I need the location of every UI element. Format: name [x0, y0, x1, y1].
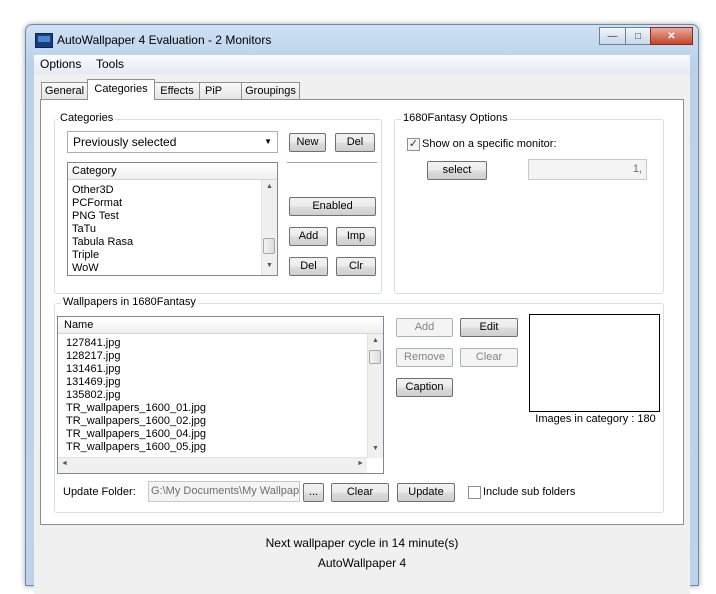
app-window: AutoWallpaper 4 Evaluation - 2 Monitors … [25, 24, 699, 594]
wallpaper-preview [529, 314, 660, 412]
wallpapers-group-title: Wallpapers in 1680Fantasy [61, 296, 198, 308]
monitor-value: 1, [632, 163, 642, 175]
enabled-button[interactable]: Enabled [289, 197, 376, 216]
list-item[interactable]: 135802.jpg [66, 389, 120, 402]
monitor-field: 1, [528, 159, 647, 180]
next-cycle-status: Next wallpaper cycle in 14 minute(s) [265, 536, 459, 550]
edit-wallpaper-button[interactable]: Edit [460, 318, 518, 337]
new-category-button[interactable]: New [289, 133, 326, 152]
scrollbar-thumb[interactable] [369, 350, 381, 364]
tab-groupings[interactable]: Groupings [241, 82, 300, 99]
scroll-up-icon[interactable]: ▲ [368, 334, 383, 348]
name-column-header[interactable]: Name [58, 317, 383, 334]
client-area: General Categories Effects PiP Groupings… [34, 74, 690, 594]
list-item[interactable]: PCFormat [72, 197, 122, 210]
scroll-left-icon[interactable]: ◄ [61, 460, 68, 467]
add-wallpaper-button[interactable]: Add [396, 318, 453, 337]
update-folder-button[interactable]: Update [397, 483, 455, 502]
category-filter-value: Previously selected [73, 135, 177, 149]
update-folder-value: G:\My Documents\My Wallpape [151, 485, 300, 497]
tab-categories[interactable]: Categories [87, 79, 155, 100]
menu-bar: Options Tools [34, 55, 690, 75]
list-item[interactable]: Other3D [72, 184, 114, 197]
list-item[interactable]: Triple [72, 249, 99, 262]
category-column-header[interactable]: Category [68, 163, 277, 180]
chevron-down-icon: ▼ [264, 137, 272, 146]
remove-wallpaper-button[interactable]: Remove [396, 348, 453, 367]
select-monitor-button[interactable]: select [427, 161, 487, 180]
tab-pip[interactable]: PiP [199, 82, 242, 99]
list-item[interactable]: PNG Test [72, 210, 119, 223]
minimize-button[interactable]: — [599, 27, 626, 45]
include-subfolders-checkbox[interactable] [468, 486, 481, 499]
import-category-button[interactable]: Imp [336, 227, 376, 246]
clear-wallpapers-button[interactable]: Clear [460, 348, 518, 367]
wallpapers-group: Wallpapers in 1680Fantasy Name 127841.jp… [54, 296, 664, 513]
close-button[interactable]: ✕ [650, 27, 693, 45]
wallpaper-list[interactable]: Name 127841.jpg 128217.jpg 131461.jpg 13… [57, 316, 384, 474]
menu-options[interactable]: Options [40, 57, 81, 71]
add-category-button[interactable]: Add [289, 227, 328, 246]
window-title: AutoWallpaper 4 Evaluation - 2 Monitors [57, 33, 272, 47]
categories-group-title: Categories [58, 112, 116, 124]
show-monitor-label: Show on a specific monitor: [422, 138, 557, 150]
scroll-up-icon[interactable]: ▲ [262, 180, 277, 194]
wallpaper-list-hscrollbar[interactable]: ◄ ► [58, 457, 367, 473]
scroll-right-icon[interactable]: ► [357, 460, 364, 467]
categories-group: Categories Previously selected ▼ New Del… [54, 112, 382, 294]
app-name-status: AutoWallpaper 4 [317, 556, 407, 570]
list-item[interactable]: 127841.jpg [66, 337, 120, 350]
list-item[interactable]: 128217.jpg [66, 350, 120, 363]
include-subfolders-label: Include sub folders [483, 486, 576, 498]
clear-folder-button[interactable]: Clear [331, 483, 389, 502]
wallpaper-list-vscrollbar[interactable]: ▲ ▼ [367, 334, 383, 458]
list-item[interactable]: TR_wallpapers_1600_04.jpg [66, 428, 206, 441]
tab-effects[interactable]: Effects [154, 82, 200, 99]
list-item[interactable]: 131469.jpg [66, 376, 120, 389]
list-item[interactable]: 131461.jpg [66, 363, 120, 376]
clear-list-button[interactable]: Clr [336, 257, 376, 276]
list-item[interactable]: TaTu [72, 223, 96, 236]
app-icon [35, 33, 53, 48]
tab-general[interactable]: General [41, 82, 88, 99]
show-monitor-checkbox[interactable]: ✓ [407, 138, 420, 151]
scrollbar-thumb[interactable] [263, 238, 275, 254]
list-item[interactable]: TR_wallpapers_1600_02.jpg [66, 415, 206, 428]
category-list[interactable]: Category Other3D PCFormat PNG Test TaTu … [67, 162, 278, 276]
list-item[interactable]: TR_wallpapers_1600_01.jpg [66, 402, 206, 415]
list-item[interactable]: Tabula Rasa [72, 236, 133, 249]
category-list-scrollbar[interactable]: ▲ ▼ [261, 180, 277, 275]
update-folder-field[interactable]: G:\My Documents\My Wallpape [148, 481, 300, 502]
delete-item-button[interactable]: Del [289, 257, 328, 276]
caption-button[interactable]: Caption [396, 378, 453, 397]
update-folder-label: Update Folder: [63, 486, 136, 498]
images-count-text: Images in category : 180 [535, 413, 656, 425]
category-filter-combo[interactable]: Previously selected ▼ [67, 131, 278, 153]
category-options-group: 1680Fantasy Options ✓ Show on a specific… [394, 112, 664, 294]
list-item[interactable]: WoW [72, 262, 99, 275]
categories-tab-page: Categories Previously selected ▼ New Del… [40, 99, 684, 525]
options-group-title: 1680Fantasy Options [401, 112, 510, 124]
browse-folder-button[interactable]: ... [303, 483, 324, 502]
scroll-down-icon[interactable]: ▼ [368, 442, 383, 456]
title-bar[interactable]: AutoWallpaper 4 Evaluation - 2 Monitors … [26, 25, 698, 55]
scroll-down-icon[interactable]: ▼ [262, 259, 277, 273]
divider [287, 162, 377, 164]
delete-category-button[interactable]: Del [335, 133, 375, 152]
maximize-button[interactable]: □ [625, 27, 651, 45]
menu-tools[interactable]: Tools [96, 57, 124, 71]
list-item[interactable]: TR_wallpapers_1600_05.jpg [66, 441, 206, 454]
